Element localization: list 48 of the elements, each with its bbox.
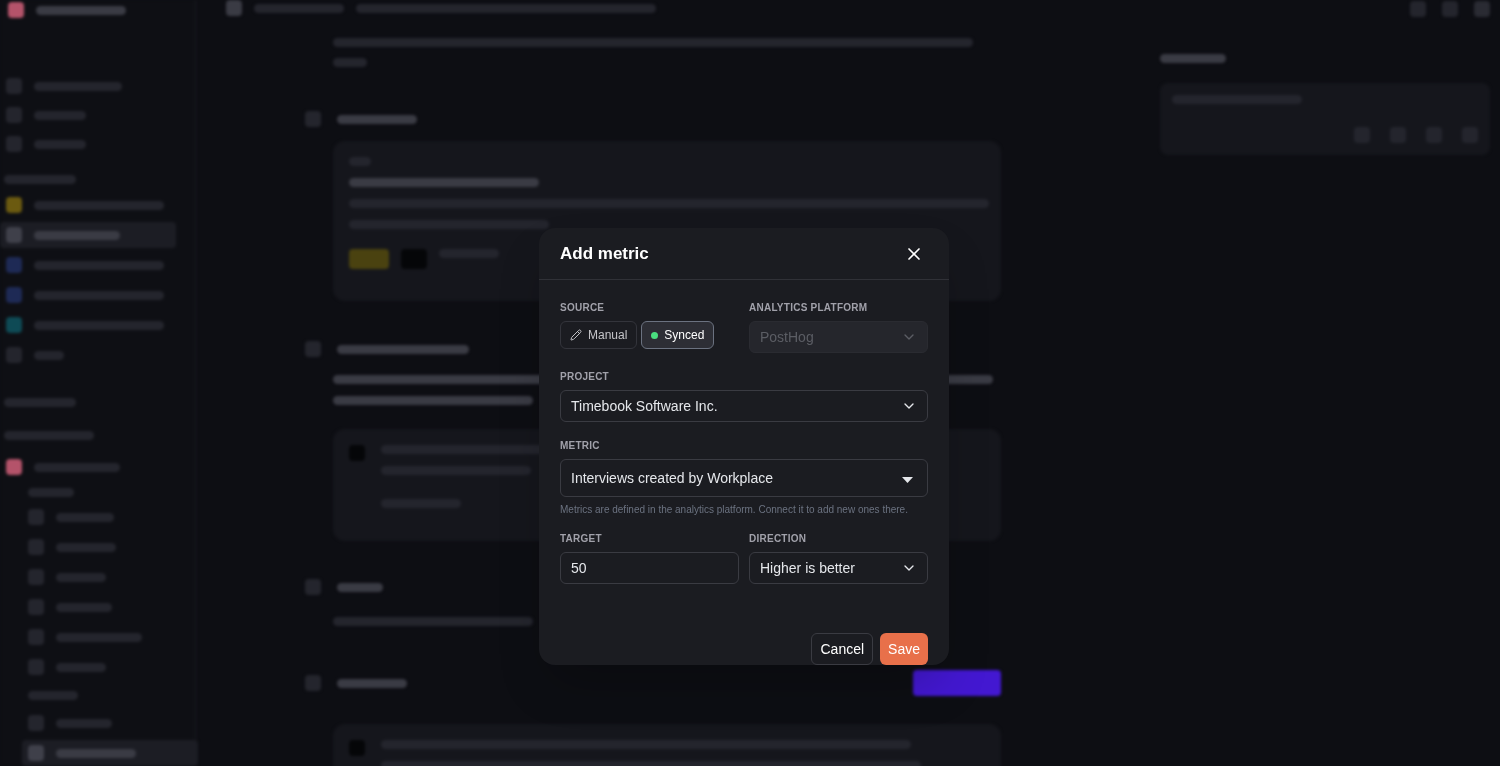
item-icon [1474, 1, 1490, 17]
select-field[interactable]: Higher is better [749, 552, 928, 584]
field-label: TARGET [560, 532, 602, 546]
target-input[interactable]: 50 [560, 552, 739, 584]
item-icon [6, 317, 22, 333]
comment-field[interactable] [1160, 83, 1490, 155]
item-icon [6, 227, 22, 243]
item-icon [6, 459, 22, 475]
source-toggle[interactable]: Manual [560, 321, 638, 349]
generate-button[interactable] [913, 670, 1001, 696]
item-icon [226, 0, 242, 16]
field-label: METRIC [560, 439, 600, 453]
item-icon [28, 599, 44, 615]
item-icon [6, 197, 22, 213]
item-icon [6, 136, 22, 152]
item-icon [6, 287, 22, 303]
item-icon [28, 659, 44, 675]
item-icon [1410, 1, 1426, 17]
item-icon [28, 745, 44, 761]
item-icon [28, 569, 44, 585]
source-toggle[interactable]: Synced [641, 321, 715, 349]
tag-background [349, 249, 389, 269]
item-icon [6, 257, 22, 273]
field-label: SOURCE [560, 301, 605, 315]
field-label: PROJECT [560, 370, 609, 384]
help-text: Metrics are defined in the analytics platform. Connect it to add new ones there. [560, 503, 909, 517]
item-icon [28, 509, 44, 525]
caret-icon [902, 477, 913, 483]
item-icon [1442, 1, 1458, 17]
dialog-title: Add metric [560, 242, 649, 265]
item-icon [305, 675, 321, 691]
cancel-button[interactable]: Cancel [811, 633, 874, 665]
item-icon [305, 341, 321, 357]
item-icon [28, 715, 44, 731]
item-icon [6, 107, 22, 123]
item-icon [28, 539, 44, 555]
item-icon [305, 111, 321, 127]
item-icon [305, 579, 321, 595]
select-field[interactable]: Timebook Software Inc. [560, 390, 928, 422]
field-label: ANALYTICS PLATFORM [749, 301, 868, 315]
item-icon [6, 347, 22, 363]
item-icon [6, 78, 22, 94]
pencil-icon [570, 329, 582, 341]
select-field[interactable]: Interviews created by Workplace [560, 459, 928, 497]
item-icon [8, 2, 24, 18]
item-icon [28, 629, 44, 645]
select-field: PostHog [749, 321, 928, 353]
field-label: DIRECTION [749, 532, 807, 546]
